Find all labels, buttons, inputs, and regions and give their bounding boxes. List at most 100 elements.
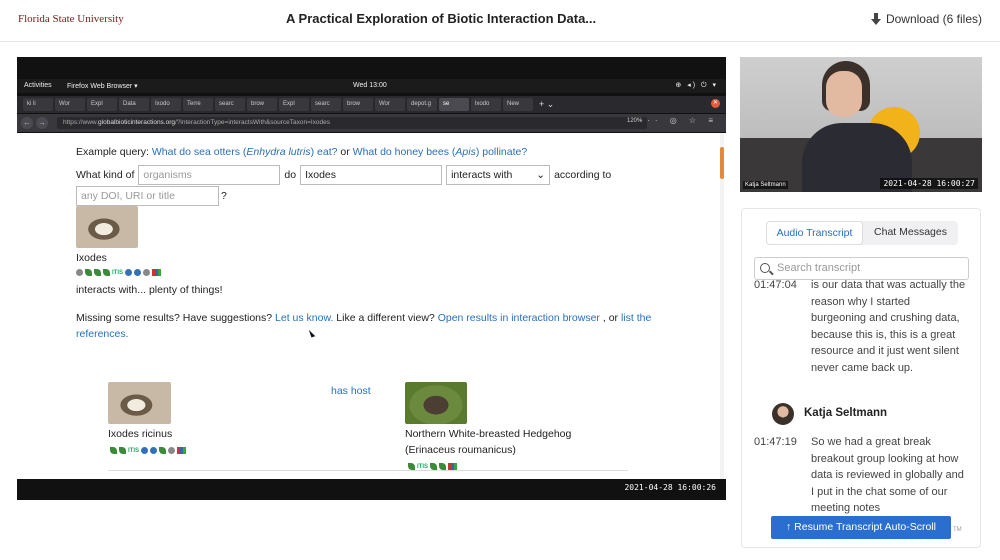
leaf-icon: [103, 269, 110, 276]
or-text: or: [337, 146, 353, 158]
transcript-text: is our data that was actually the reason…: [811, 279, 966, 374]
ixodes-ricinus-thumbnail: [108, 382, 171, 424]
new-tab-icon: + ⌄: [539, 99, 555, 109]
download-icon: [870, 13, 881, 25]
source-taxon-icons: ITIS: [110, 447, 187, 454]
avatar: [772, 403, 794, 425]
transcript-timestamp[interactable]: 01:47:19: [754, 436, 797, 448]
url-prefix: https://www.: [63, 119, 99, 126]
browser-tab: brow: [343, 98, 373, 111]
according-to-label: according to: [554, 169, 612, 181]
video-player[interactable]: Activities Firefox Web Browser ▾ Wed 13:…: [17, 57, 726, 500]
speaker-timestamp: 2021-04-28 16:00:27: [880, 178, 978, 189]
example-link-honey-bees: What do honey bees (Apis) pollinate?: [352, 146, 528, 158]
top-bar: Florida State University A Practical Exp…: [0, 0, 1000, 42]
feedback-text: Missing some results? Have suggestions? …: [76, 312, 652, 340]
bold-icon: [152, 269, 162, 276]
doi-input: any DOI, URI or title: [76, 186, 219, 206]
browser-url-bar: ← → https://www.globalbioticinteractions.…: [17, 114, 726, 132]
transcript-text: So we had a great break breakout group l…: [811, 436, 964, 514]
speaker-video: Katja Seltmann 2021-04-28 16:00:27: [740, 57, 982, 192]
tab-audio-transcript[interactable]: Audio Transcript: [766, 221, 863, 245]
browser-tab: se: [439, 98, 469, 111]
taxon-label: Ixodes: [76, 252, 107, 264]
source-row: any DOI, URI or title ?: [76, 186, 227, 206]
target-taxon-name: Northern White-breasted Hedgehog: [405, 428, 572, 440]
browser-tab: searc: [215, 98, 245, 111]
example-query-prefix: Example query:: [76, 146, 152, 158]
speaker-name-tag: Katja Seltmann: [743, 181, 788, 189]
interaction-browser-link: Open results in interaction browser: [437, 312, 600, 324]
hedgehog-thumbnail: [405, 382, 467, 424]
download-label: Download (6 files): [885, 12, 982, 26]
browser-tab: New: [503, 98, 533, 111]
row-divider: [108, 470, 628, 471]
browser-tab: searc: [311, 98, 341, 111]
example-link-sea-otters: What do sea otters (Enhydra lutris) eat?: [151, 146, 338, 158]
browser-tab: brow: [247, 98, 277, 111]
download-button[interactable]: Download (6 files): [870, 12, 982, 26]
ixodes-thumbnail: [76, 206, 138, 248]
browser-tab: Expl: [87, 98, 117, 111]
video-timestamp: 2021-04-28 16:00:26: [624, 483, 716, 492]
taxon-source-icons: ITIS: [76, 269, 162, 276]
browser-tab: Ixodo: [151, 98, 181, 111]
target-taxon-icons: ITIS: [408, 463, 458, 470]
activities-label: Activities: [24, 82, 52, 89]
url-field: https://www.globalbioticinteractions.org…: [57, 117, 647, 129]
browser-tab: Terre: [183, 98, 213, 111]
browser-tab: ki li: [23, 98, 53, 111]
browser-tab: Expl: [279, 98, 309, 111]
transcript-speaker-name: Katja Seltmann: [804, 407, 888, 419]
page-title: A Practical Exploration of Biotic Intera…: [286, 11, 597, 26]
transcript-timestamp[interactable]: 01:47:04: [754, 279, 797, 291]
transcript-tabs: Audio Transcript Chat Messages: [766, 221, 958, 245]
system-tray: ⊕ ◂) ⏻ ▾: [675, 82, 718, 89]
brand-logo[interactable]: Florida State University: [18, 13, 124, 25]
browser-tab: lxodo: [471, 98, 501, 111]
interaction-type: has host: [331, 385, 371, 397]
resume-autoscroll-button[interactable]: ↑ Resume Transcript Auto-Scroll: [771, 516, 951, 539]
window-close-icon: ✕: [711, 99, 720, 108]
webpage-content: Example query: What do sea otters (Enhyd…: [17, 133, 726, 479]
question-mark: ?: [221, 190, 227, 202]
trademark: TM: [953, 527, 962, 533]
browser-tab: Wor: [375, 98, 405, 111]
target-taxon-scientific: (Erinaceus roumanicus): [405, 444, 516, 456]
interaction-select: interacts with ⌄: [446, 165, 551, 185]
forward-icon: →: [36, 117, 48, 129]
app-menu-label: Firefox Web Browser ▾: [67, 83, 138, 90]
taxon-input: Ixodes: [300, 165, 443, 185]
source-taxon-name: Ixodes ricinus: [108, 428, 173, 440]
example-query: Example query: What do sea otters (Enhyd…: [76, 146, 527, 158]
os-top-bar: Activities Firefox Web Browser ▾ Wed 13:…: [17, 79, 726, 93]
what-kind-label: What kind of: [76, 169, 135, 181]
scroll-thumb: [720, 147, 724, 179]
interacts-summary: interacts with... plenty of things!: [76, 284, 223, 296]
do-label: do: [284, 169, 297, 181]
itis-icon: ITIS: [112, 269, 124, 276]
browser-tools-icons: ··· ◎ ☆ ≡: [639, 116, 718, 125]
leaf-icon: [85, 269, 92, 276]
url-path: /?interactionType=interactsWith&sourceTa…: [175, 119, 331, 126]
browser-tab: depot.g: [407, 98, 437, 111]
back-icon: ←: [21, 117, 33, 129]
browser-nav: ← →: [21, 117, 51, 129]
transcript-panel: Audio Transcript Chat Messages Search tr…: [741, 208, 981, 548]
ncbi-icon: [125, 269, 133, 276]
scroll-track: [720, 133, 724, 479]
query-builder: What kind of organisms do Ixodes interac…: [76, 165, 611, 185]
browser-tab: Data: [119, 98, 149, 111]
browser-tab: Wor: [55, 98, 85, 111]
leaf-icon: [94, 269, 101, 276]
organisms-input: organisms: [138, 165, 281, 185]
let-us-know-link: Let us know.: [275, 312, 334, 324]
os-clock: Wed 13:00: [353, 82, 387, 89]
wave-icon: [143, 269, 151, 276]
gbif-icon: [134, 269, 142, 276]
tab-chat-messages[interactable]: Chat Messages: [863, 221, 958, 245]
speaker-figure: [802, 61, 912, 192]
browser-tab-strip: ki li Wor Expl Data Ixodo Terre searc brow Expl s…: [17, 96, 726, 113]
chevron-down-icon: ⌄: [536, 169, 546, 181]
globe-icon: [76, 269, 83, 276]
